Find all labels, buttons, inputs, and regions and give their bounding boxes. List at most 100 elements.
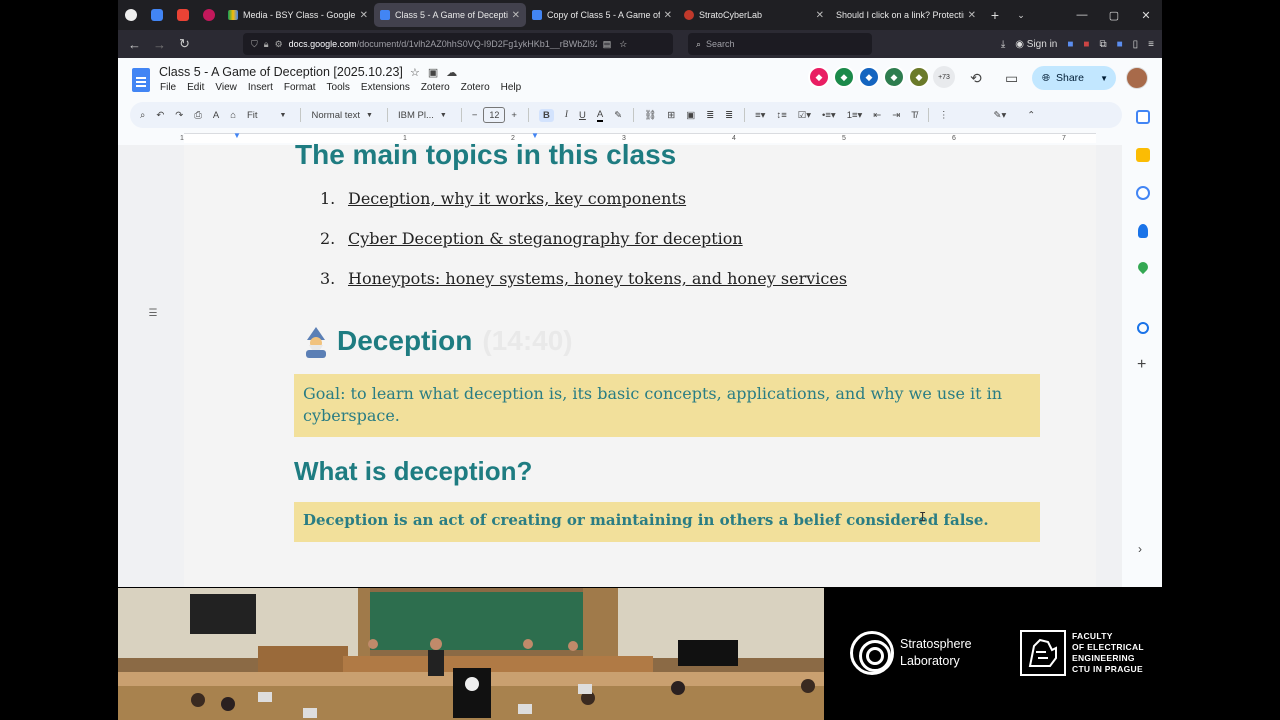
line-spacing-icon[interactable]: ↕≡ — [776, 110, 786, 121]
menu-insert[interactable]: Insert — [248, 82, 273, 93]
share-button[interactable]: 🌐︎ Share ▼ — [1032, 66, 1116, 90]
address-bar[interactable]: ⛉ 🔒︎ ⚙ docs.google.com /document/d/1vlh2… — [243, 33, 673, 55]
star-icon[interactable]: ☆ — [410, 66, 420, 79]
contacts-icon[interactable] — [1138, 224, 1148, 238]
collaborator-avatar[interactable]: ◆ — [908, 66, 930, 88]
decrease-indent-icon[interactable]: ⇤ — [873, 110, 881, 121]
pinned-tab-app[interactable] — [196, 0, 222, 30]
underline-icon[interactable]: U — [579, 110, 586, 121]
translate-icon[interactable]: ■ — [1067, 39, 1073, 50]
close-window-icon[interactable]: ✕ — [1130, 0, 1162, 30]
print-icon[interactable]: ⎙ — [194, 110, 202, 121]
font-select[interactable]: IBM Pl... ▼ — [398, 110, 447, 121]
checklist-icon[interactable]: ☑▾ — [798, 110, 811, 121]
increase-indent-icon[interactable]: ⇥ — [892, 110, 900, 121]
extension-icon[interactable]: ■ — [1083, 39, 1089, 50]
chevron-right-icon[interactable]: › — [1138, 542, 1142, 556]
paint-format-icon[interactable]: ⌂ — [230, 110, 236, 121]
maps-icon[interactable] — [1135, 259, 1151, 275]
search-field[interactable]: ⌕ Search — [688, 33, 872, 55]
close-icon[interactable]: ✕ — [360, 10, 368, 21]
bold-icon[interactable]: B — [538, 108, 554, 122]
maximize-icon[interactable]: ▢ — [1098, 0, 1130, 30]
indent-marker-icon[interactable]: ▼ — [233, 131, 241, 140]
topic-link[interactable]: Deception, why it works, key components — [348, 189, 686, 229]
tasks-icon[interactable] — [1136, 186, 1150, 200]
italic-icon[interactable]: I — [565, 110, 568, 120]
increase-size-icon[interactable]: + — [511, 110, 517, 121]
menu-extensions[interactable]: Extensions — [361, 82, 410, 93]
outline-icon[interactable]: ☰ — [142, 303, 164, 323]
close-icon[interactable]: ✕ — [664, 10, 672, 21]
pinned-tab-gmail[interactable] — [170, 0, 196, 30]
numbered-list-icon[interactable]: 1≡▾ — [847, 110, 863, 121]
topic-link[interactable]: Honeypots: honey systems, honey tokens, … — [348, 269, 847, 309]
menu-view[interactable]: View — [215, 82, 237, 93]
close-icon[interactable]: ✕ — [512, 10, 520, 21]
more-collaborators[interactable]: +73 — [933, 66, 955, 88]
document-title[interactable]: Class 5 - A Game of Deception [2025.10.2… — [159, 65, 403, 79]
back-arrow-icon[interactable]: ← — [122, 37, 147, 52]
pinned-tab-github[interactable] — [118, 0, 144, 30]
avatar[interactable] — [1126, 67, 1148, 89]
font-size-input[interactable]: 12 — [483, 107, 506, 123]
addon-icon[interactable] — [1137, 322, 1149, 334]
collaborator-avatar[interactable]: ◆ — [858, 66, 880, 88]
collaborator-avatar[interactable]: ◆ — [808, 66, 830, 88]
search-menus-icon[interactable]: ⌕ — [140, 110, 145, 121]
menu-file[interactable]: File — [160, 82, 176, 93]
more-options-icon[interactable]: ⋮ — [939, 110, 949, 121]
decrease-size-icon[interactable]: − — [472, 110, 478, 121]
docs-logo-icon[interactable] — [132, 68, 150, 92]
close-icon[interactable]: ✕ — [816, 10, 824, 21]
menu-zotero-2[interactable]: Zotero — [461, 82, 490, 93]
page-icon[interactable]: ▯ — [1133, 39, 1139, 50]
menu-help[interactable]: Help — [501, 82, 522, 93]
minimize-icon[interactable]: — — [1066, 0, 1098, 30]
add-comment-icon[interactable]: ⊞ — [667, 110, 675, 121]
menu-icon[interactable]: ≡ — [1148, 39, 1154, 50]
collapse-menus-icon[interactable]: ⌃ — [1027, 110, 1035, 121]
tab-list-chevron-icon[interactable]: ⌄ — [1008, 10, 1034, 21]
pinned-tab-calendar[interactable] — [144, 0, 170, 30]
editing-mode-icon[interactable]: ✎▾ — [994, 110, 1007, 121]
comment-icon[interactable]: ▭ — [1005, 70, 1018, 87]
spellcheck-icon[interactable]: A — [213, 110, 219, 121]
extension-blue-icon[interactable]: ■ — [1117, 39, 1123, 50]
style-select[interactable]: Normal text ▼ — [311, 110, 373, 121]
tab-class5-doc[interactable]: Class 5 - A Game of Deception [ ✕ — [374, 3, 526, 27]
close-icon[interactable]: ✕ — [968, 10, 976, 21]
reader-view-icon[interactable]: ▤ — [603, 39, 612, 50]
bulleted-list-icon[interactable]: •≡▾ — [822, 110, 836, 121]
tab-media-drive[interactable]: Media - BSY Class - Google Dri ✕ — [222, 0, 374, 30]
version-history-icon[interactable]: ⟲ — [970, 70, 982, 87]
tab-stratocyberlab[interactable]: StratoCyberLab ✕ — [678, 0, 830, 30]
move-folder-icon[interactable]: ▣ — [428, 66, 438, 79]
highlight-icon[interactable]: ✎ — [614, 110, 622, 121]
align-center-icon[interactable]: ≣ — [725, 110, 733, 121]
document-page[interactable]: The main topics in this class 1. Deceptio… — [184, 139, 1096, 587]
calendar-icon[interactable] — [1136, 110, 1150, 124]
redo-icon[interactable]: ↷ — [175, 110, 183, 121]
undo-icon[interactable]: ↶ — [156, 110, 164, 121]
clear-formatting-icon[interactable]: T̸ — [911, 110, 917, 121]
menu-format[interactable]: Format — [284, 82, 316, 93]
link-icon[interactable]: ⛓ — [644, 110, 656, 121]
puzzle-icon[interactable]: ⧉ — [1099, 39, 1106, 50]
tab-copy-class5[interactable]: Copy of Class 5 - A Game of De ✕ — [526, 0, 678, 30]
insert-image-icon[interactable]: ▣ — [686, 110, 695, 121]
align-icon[interactable]: ≣ — [706, 110, 714, 121]
add-icon[interactable]: + — [1137, 356, 1146, 374]
topic-link[interactable]: Cyber Deception & steganography for dece… — [348, 229, 743, 269]
menu-tools[interactable]: Tools — [327, 82, 350, 93]
align-options-icon[interactable]: ≡▾ — [755, 110, 765, 121]
forward-arrow-icon[interactable]: → — [147, 37, 172, 52]
cloud-saved-icon[interactable]: ☁ — [446, 66, 457, 79]
collaborator-avatar[interactable]: ◆ — [833, 66, 855, 88]
collaborator-avatar[interactable]: ◆ — [883, 66, 905, 88]
text-color-icon[interactable]: A — [596, 109, 604, 122]
chevron-down-icon[interactable]: ▼ — [1100, 74, 1108, 83]
zoom-select[interactable]: Fit ▼ — [247, 110, 287, 121]
keep-icon[interactable] — [1136, 148, 1150, 162]
download-icon[interactable]: ⤓ — [1001, 39, 1005, 50]
